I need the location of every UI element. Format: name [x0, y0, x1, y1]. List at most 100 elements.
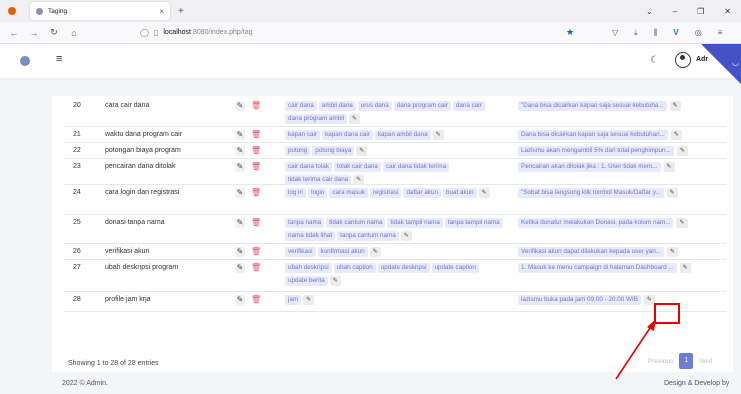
row-answer: lazismu buka pada jam 09.00 - 20.00 WIB ✎: [518, 294, 728, 305]
answer-text: Dana bisa dicairkan kapan saja sesuai ke…: [518, 130, 668, 140]
row-actions: ✎ 🗑: [235, 263, 261, 273]
toolbar-icons: ▽ ⤓ ⫼ V ◎ ≡: [612, 28, 722, 38]
row-question: profile jam krja: [105, 296, 151, 303]
answer-text: "Sobat bisa langsung klik tombol Masuk/D…: [518, 188, 664, 198]
row-answer: Verifikasi akun dapat dilakukan kepada u…: [518, 246, 728, 257]
edit-answer-icon[interactable]: ✎: [679, 263, 691, 273]
delete-icon[interactable]: 🗑: [251, 247, 261, 257]
keyword-tag: buat akun: [442, 188, 477, 198]
delete-icon[interactable]: 🗑: [251, 218, 261, 228]
row-keywords: ubah deskripsi ubah caption update deskrip…: [285, 262, 511, 288]
hamburger-menu-icon[interactable]: ≡: [56, 53, 62, 65]
library-icon[interactable]: ⫼: [654, 28, 658, 38]
tab-list-icon[interactable]: ⌄: [646, 7, 653, 16]
row-actions: ✎ 🗑: [235, 295, 261, 305]
edit-answer-icon[interactable]: ✎: [670, 130, 682, 140]
shield-icon: ◯: [140, 28, 149, 37]
edit-icon[interactable]: ✎: [235, 263, 245, 273]
footer-copyright: 2022 © Admin.: [62, 380, 109, 387]
delete-icon[interactable]: 🗑: [251, 188, 261, 198]
answer-text: Pencairan akan ditolak jika : 1. User ti…: [518, 162, 661, 172]
edit-answer-icon[interactable]: ✎: [676, 218, 688, 228]
delete-icon[interactable]: 🗑: [251, 263, 261, 273]
pocket-icon[interactable]: ▽: [612, 28, 618, 38]
row-actions: ✎ 🗑: [235, 247, 261, 257]
edit-icon[interactable]: ✎: [235, 247, 245, 257]
answer-text: 1. Masuk ke menu campaign di halaman Das…: [518, 263, 677, 273]
delete-icon[interactable]: 🗑: [251, 146, 261, 156]
keyword-tag: cara masuk: [329, 188, 368, 198]
page-1-button[interactable]: 1: [679, 353, 694, 369]
edit-answer-icon[interactable]: ✎: [666, 188, 678, 198]
keyword-tag: cair dana tolak: [285, 162, 332, 172]
theme-toggle-icon[interactable]: ☾: [650, 55, 659, 66]
edit-keywords-icon[interactable]: ✎: [356, 146, 368, 156]
minimize-icon[interactable]: –: [673, 7, 677, 16]
edit-answer-icon[interactable]: ✎: [667, 247, 679, 257]
keyword-tag: registrasi: [369, 188, 402, 198]
keyword-tag: tidak cantum nama: [326, 218, 386, 228]
edit-answer-icon[interactable]: ✎: [676, 146, 688, 156]
row-actions: ✎ 🗑: [235, 188, 261, 198]
edit-keywords-icon[interactable]: ✎: [478, 188, 490, 198]
app-logo-icon[interactable]: [20, 56, 30, 66]
edit-keywords-icon[interactable]: ✎: [303, 295, 315, 305]
row-keywords: potong potong biaya ✎: [285, 145, 511, 158]
table-row: 21 waktu dana program cair ✎ 🗑 kapan cair kap…: [64, 127, 726, 143]
edit-keywords-icon[interactable]: ✎: [349, 114, 361, 124]
forward-icon[interactable]: →: [28, 28, 40, 38]
menu-icon[interactable]: ≡: [718, 28, 723, 38]
keyword-tag: verifikasi: [285, 247, 316, 257]
bookmark-star-icon[interactable]: ★: [566, 27, 574, 38]
keyword-tag: nama tidak lihat: [285, 231, 336, 241]
row-question: cara login dan registrasi: [105, 189, 180, 196]
close-window-icon[interactable]: ✕: [724, 7, 731, 16]
row-actions: ✎ 🗑: [235, 162, 261, 172]
edit-answer-icon[interactable]: ✎: [663, 162, 675, 172]
edit-icon[interactable]: ✎: [235, 162, 245, 172]
edit-icon[interactable]: ✎: [235, 101, 245, 111]
address-bar[interactable]: ◯ ▯ localhost:8080/index.php/tag: [140, 28, 253, 37]
edit-keywords-icon[interactable]: ✎: [369, 247, 381, 257]
delete-icon[interactable]: 🗑: [251, 101, 261, 111]
table-row: 27 ubah deskripsi program ✎ 🗑 ubah deskripsi…: [64, 260, 726, 292]
row-answer: Lazismu akan mengambil 5% dari total pen…: [518, 145, 728, 156]
account-icon[interactable]: ◎: [695, 28, 702, 38]
edit-keywords-icon[interactable]: ✎: [432, 130, 444, 140]
row-question: potongan biaya program: [105, 147, 181, 154]
home-icon[interactable]: ⌂: [68, 28, 80, 38]
delete-icon[interactable]: 🗑: [251, 130, 261, 140]
extension-icon[interactable]: V: [673, 28, 678, 38]
back-icon[interactable]: ←: [8, 28, 20, 38]
edit-icon[interactable]: ✎: [235, 295, 245, 305]
edit-icon[interactable]: ✎: [235, 130, 245, 140]
keyword-tag: tanpa tampil nama: [444, 218, 503, 228]
reload-icon[interactable]: ↻: [48, 27, 60, 38]
edit-icon[interactable]: ✎: [235, 146, 245, 156]
delete-icon[interactable]: 🗑: [251, 162, 261, 172]
edit-keywords-icon[interactable]: ✎: [353, 175, 365, 185]
edit-keywords-icon[interactable]: ✎: [400, 231, 412, 241]
maximize-icon[interactable]: ❐: [697, 7, 704, 16]
table-row: 22 potongan biaya program ✎ 🗑 potong potong b…: [64, 143, 726, 159]
tab-close-icon[interactable]: ×: [159, 7, 164, 16]
keyword-tag: dana cair: [452, 101, 485, 111]
edit-icon[interactable]: ✎: [235, 218, 245, 228]
row-actions: ✎ 🗑: [235, 146, 261, 156]
delete-icon[interactable]: 🗑: [251, 295, 261, 305]
next-page-button[interactable]: Next: [693, 358, 718, 365]
downloads-icon[interactable]: ⤓: [634, 28, 638, 38]
answer-text: lazismu buka pada jam 09.00 - 20.00 WIB: [518, 295, 641, 305]
avatar[interactable]: [675, 52, 691, 68]
keyword-tag: konfirmasi akun: [317, 247, 368, 257]
browser-tab[interactable]: Taging ×: [30, 2, 170, 20]
keyword-tag: tanpa nama: [285, 218, 325, 228]
row-question: verifikasi akun: [105, 248, 150, 255]
edit-icon[interactable]: ✎: [235, 188, 245, 198]
url-host: localhost: [163, 29, 191, 36]
table-row: 23 pencairan dana ditolak ✎ 🗑 cair dana tola…: [64, 159, 726, 185]
edit-keywords-icon[interactable]: ✎: [329, 276, 341, 286]
edit-answer-icon[interactable]: ✎: [669, 101, 681, 111]
row-keywords: cair dana ambil dana urus dana dana program…: [285, 100, 511, 126]
new-tab-icon[interactable]: +: [178, 6, 184, 17]
